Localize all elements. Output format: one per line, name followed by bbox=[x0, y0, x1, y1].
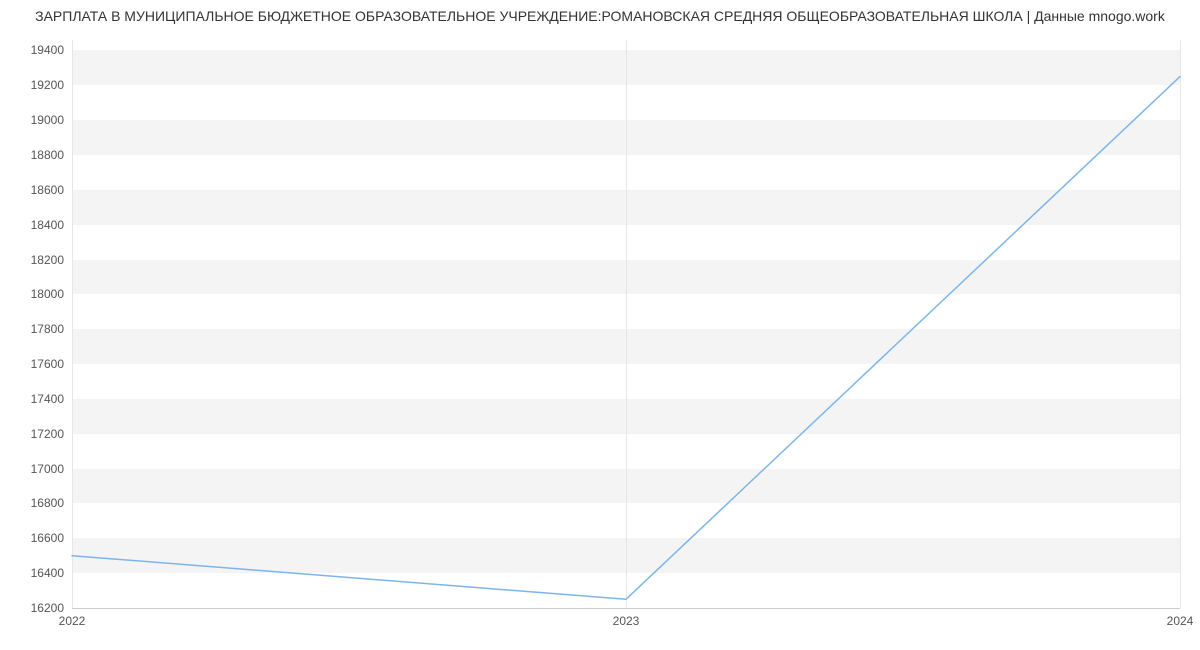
x-tick-label: 2022 bbox=[59, 614, 86, 628]
y-tick-label: 18200 bbox=[31, 253, 64, 267]
y-tick-label: 16800 bbox=[31, 496, 64, 510]
y-tick-label: 19000 bbox=[31, 113, 64, 127]
series-layer bbox=[72, 40, 1180, 608]
y-tick-label: 16600 bbox=[31, 531, 64, 545]
y-tick-label: 18600 bbox=[31, 183, 64, 197]
y-tick-label: 16400 bbox=[31, 566, 64, 580]
y-tick-label: 17200 bbox=[31, 427, 64, 441]
chart-container: ЗАРПЛАТА В МУНИЦИПАЛЬНОЕ БЮДЖЕТНОЕ ОБРАЗ… bbox=[0, 0, 1200, 650]
y-tick-label: 19400 bbox=[31, 43, 64, 57]
series-line bbox=[72, 77, 1180, 600]
y-tick-label: 17800 bbox=[31, 322, 64, 336]
y-tick-label: 17600 bbox=[31, 357, 64, 371]
y-tick-label: 18400 bbox=[31, 218, 64, 232]
y-tick-label: 17000 bbox=[31, 462, 64, 476]
y-tick-label: 18800 bbox=[31, 148, 64, 162]
chart-title: ЗАРПЛАТА В МУНИЦИПАЛЬНОЕ БЮДЖЕТНОЕ ОБРАЗ… bbox=[0, 8, 1200, 24]
y-tick-label: 17400 bbox=[31, 392, 64, 406]
plot-area: 1620016400166001680017000172001740017600… bbox=[72, 40, 1180, 608]
x-tick-label: 2024 bbox=[1167, 614, 1194, 628]
x-tick-label: 2023 bbox=[613, 614, 640, 628]
y-tick-label: 18000 bbox=[31, 287, 64, 301]
y-tick-label: 19200 bbox=[31, 78, 64, 92]
y-tick-label: 16200 bbox=[31, 601, 64, 615]
